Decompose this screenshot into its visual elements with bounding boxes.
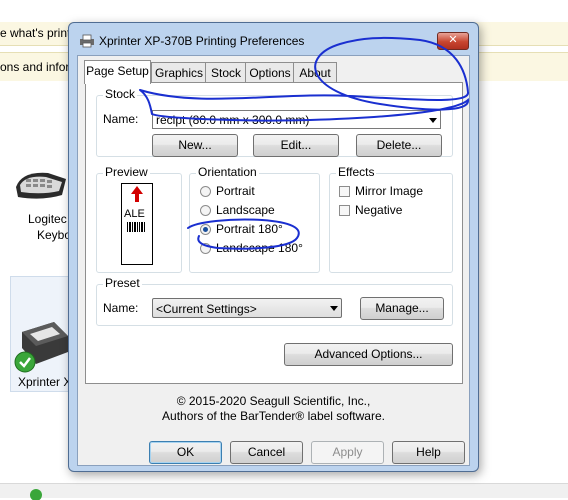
preset-name-label: Name:: [103, 301, 139, 315]
orientation-arrow-icon: [131, 186, 143, 202]
radio-landscape[interactable]: [200, 205, 211, 216]
tab-page-setup[interactable]: Page Setup: [84, 60, 151, 84]
keyboard-device-label-2: Keybo: [37, 228, 72, 242]
tab-graphics-label: Graphics: [154, 66, 204, 80]
apply-button[interactable]: Apply: [311, 441, 384, 464]
label-preview-image: ALE: [121, 183, 153, 265]
edit-stock-button-label: Edit...: [280, 138, 312, 152]
manage-preset-button[interactable]: Manage...: [360, 297, 444, 320]
help-button[interactable]: Help: [392, 441, 465, 464]
background-status-strip: [0, 483, 568, 500]
dialog-title: Xprinter XP-370B Printing Preferences: [99, 34, 305, 48]
manage-preset-button-label: Manage...: [375, 301, 429, 315]
edit-stock-button[interactable]: Edit...: [253, 134, 339, 157]
preview-group-label: Preview: [103, 165, 150, 179]
radio-landscape-180[interactable]: [200, 243, 211, 254]
orientation-group-label: Orientation: [196, 165, 259, 179]
help-button-label: Help: [416, 445, 441, 459]
printer-device-label: Xprinter X: [18, 375, 72, 389]
stock-name-label: Name:: [103, 112, 139, 126]
ok-button-label: OK: [176, 445, 195, 459]
radio-portrait-180-label: Portrait 180°: [216, 222, 283, 236]
chevron-down-icon: [429, 118, 437, 123]
delete-stock-button-label: Delete...: [376, 138, 422, 152]
checkbox-negative-label: Negative: [355, 203, 403, 217]
advanced-options-button-label: Advanced Options...: [314, 347, 423, 361]
barcode-icon: [127, 222, 145, 232]
chevron-down-icon: [330, 306, 338, 311]
checkbox-mirror-image[interactable]: [339, 186, 350, 197]
radio-portrait[interactable]: [200, 186, 211, 197]
preset-name-select[interactable]: <Current Settings>: [152, 298, 342, 318]
effects-group-label: Effects: [336, 165, 377, 179]
radio-portrait-label: Portrait: [216, 184, 255, 198]
new-stock-button-label: New...: [178, 138, 212, 152]
default-printer-check-icon: [14, 351, 36, 373]
radio-portrait-180[interactable]: [200, 224, 211, 235]
dialog-client-area: Page Setup Graphics Stock Options About …: [77, 55, 470, 466]
background-header-text: e what's print: [0, 26, 71, 40]
keyboard-device-label-1: Logitec: [28, 212, 67, 226]
page-setup-panel: Stock Name: recipt (80.0 mm x 300.0 mm) …: [85, 82, 463, 384]
tab-about[interactable]: About: [293, 62, 337, 83]
tab-graphics[interactable]: Graphics: [151, 62, 207, 83]
radio-landscape-label: Landscape: [216, 203, 275, 217]
preset-name-value: <Current Settings>: [156, 302, 257, 316]
cancel-button-label: Cancel: [247, 445, 286, 459]
radio-landscape-180-label: Landscape 180°: [216, 241, 303, 255]
checkbox-negative[interactable]: [339, 205, 350, 216]
checkbox-mirror-image-label: Mirror Image: [355, 184, 424, 198]
keyboard-device-icon[interactable]: [12, 165, 68, 205]
copyright-line-1: © 2015-2020 Seagull Scientific, Inc.,: [176, 394, 371, 408]
preset-group-label: Preset: [103, 276, 142, 290]
status-check-icon: [30, 489, 42, 500]
tab-stock[interactable]: Stock: [205, 62, 247, 83]
new-stock-button[interactable]: New...: [152, 134, 238, 157]
apply-button-label: Apply: [332, 445, 363, 459]
stock-name-value: recipt (80.0 mm x 300.0 mm): [156, 113, 310, 127]
ok-button[interactable]: OK: [149, 441, 222, 464]
tab-options-label: Options: [249, 66, 291, 80]
close-button[interactable]: ✕: [437, 32, 469, 50]
tab-options[interactable]: Options: [245, 62, 295, 83]
delete-stock-button[interactable]: Delete...: [356, 134, 442, 157]
tab-about-label: About: [299, 66, 331, 80]
stock-group-label: Stock: [103, 87, 138, 101]
cancel-button[interactable]: Cancel: [230, 441, 303, 464]
close-icon: ✕: [448, 34, 458, 46]
tab-page-setup-label: Page Setup: [86, 64, 149, 78]
stock-name-select[interactable]: recipt (80.0 mm x 300.0 mm): [152, 110, 441, 129]
advanced-options-button[interactable]: Advanced Options...: [284, 343, 453, 366]
tab-stock-label: Stock: [210, 66, 241, 80]
printing-preferences-dialog: Xprinter XP-370B Printing Preferences ✕ …: [68, 22, 479, 472]
printer-title-icon: [79, 34, 95, 48]
preview-sample-text: ALE: [124, 208, 145, 220]
copyright-line-2: Authors of the BarTender® label software…: [162, 409, 385, 423]
